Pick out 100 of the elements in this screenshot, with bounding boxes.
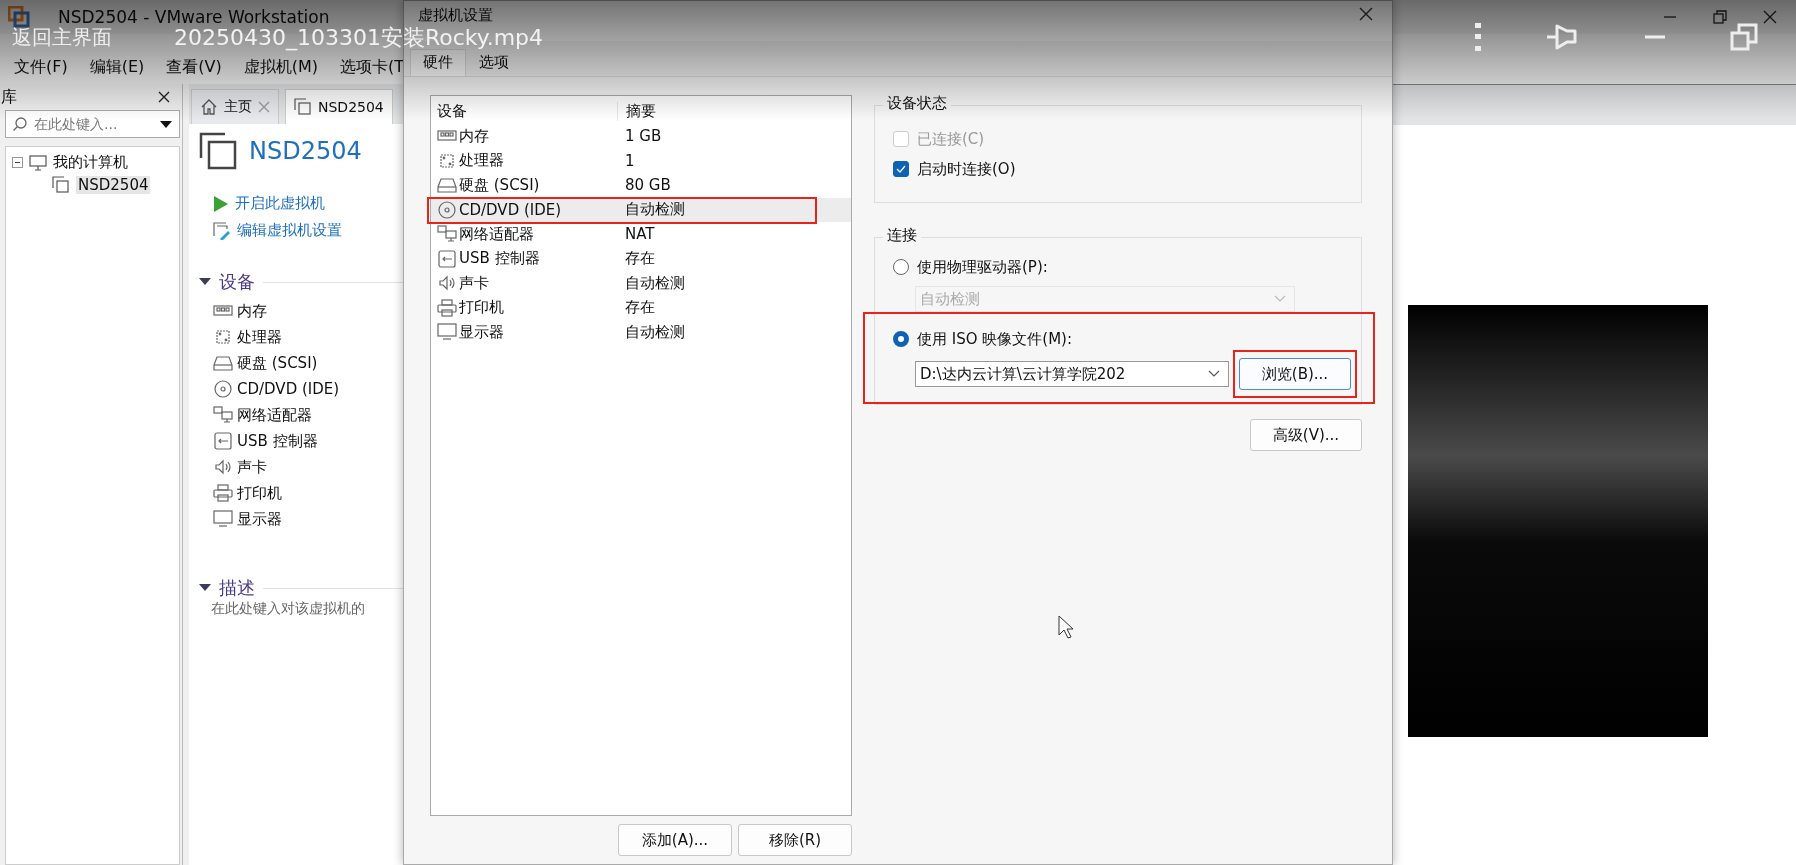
restore-icon[interactable] [1730,23,1758,51]
device-row[interactable]: USB 控制器 存在 [431,246,851,271]
menu-item[interactable]: 文件(F) [14,56,68,78]
device-item[interactable]: 声卡 [237,457,267,477]
close-icon[interactable] [1358,6,1374,22]
close-icon[interactable] [158,91,170,103]
printer-icon [437,298,457,317]
menu-item[interactable]: 查看(V) [166,56,222,78]
vm-icon [52,176,70,194]
sound-icon [437,274,457,293]
display-icon [437,323,457,342]
device-item[interactable]: USB 控制器 [237,431,318,451]
device-row[interactable]: 内存 1 GB [431,124,851,149]
restore-icon[interactable] [1712,9,1728,25]
browse-button[interactable]: 浏览(B)... [1239,358,1351,390]
radio-button[interactable] [893,331,909,347]
home-icon [200,98,218,116]
close-icon[interactable] [1762,9,1778,25]
check-icon [895,163,907,175]
checkbox[interactable] [893,161,909,177]
usb-icon [213,432,233,450]
device-row[interactable]: 网络适配器 NAT [431,222,851,247]
table-cell: CD/DVD (IDE) [459,200,562,219]
device-item[interactable]: 内存 [237,301,267,321]
table-cell-text: 1 GB [624,127,662,146]
usb-icon [437,249,457,268]
more-icon[interactable] [1474,22,1482,52]
advanced-button[interactable]: 高级(V)... [1250,419,1362,451]
app-logo-icon [8,6,30,28]
dialog-button[interactable]: 移除(R) [738,824,852,856]
computer-icon [29,154,47,171]
device-item[interactable]: 硬盘 (SCSI) [237,353,318,373]
display-icon [213,510,233,528]
edit-icon [213,221,231,240]
table-cell: 硬盘 (SCSI) [459,175,540,195]
menu-item[interactable]: 虚拟机(M) [243,56,318,78]
device-item[interactable]: 处理器 [237,327,282,347]
tree-item[interactable]: NSD2504 [76,176,151,194]
table-cell-text: 存在 [624,249,655,269]
table-cell: 声卡 [459,273,489,293]
device-row[interactable]: 显示器 自动检测 [431,320,851,345]
table-cell-text: 自动检测 [624,200,685,220]
section-title: 描述 [219,576,255,600]
chevron-icon [1208,370,1220,378]
radio-label[interactable]: 使用 ISO 映像文件(M): [917,329,1072,349]
cpu-icon [437,151,457,170]
sound-icon [213,458,233,476]
vm-name: NSD2504 [249,137,362,165]
tree-item[interactable]: 我的计算机 [53,153,128,172]
search-field[interactable]: 在此处键入... [5,110,180,138]
collapse-icon[interactable] [199,584,211,592]
dropdown-field[interactable]: D:\达内云计算\云计算学院202 [915,361,1229,387]
tab[interactable]: 硬件 [410,49,466,76]
vm-icon [294,98,312,116]
device-item[interactable]: 显示器 [237,509,282,529]
checkbox-label[interactable]: 启动时连接(O) [917,159,1016,179]
device-row[interactable]: 声卡 自动检测 [431,271,851,296]
device-item[interactable]: 打印机 [237,483,282,503]
device-row[interactable]: 硬盘 (SCSI) 80 GB [431,173,851,198]
action-link[interactable]: 编辑虚拟机设置 [237,221,342,240]
group-title: 设备状态 [883,94,951,113]
network-icon [213,406,233,424]
tab[interactable]: NSD2504 [285,89,393,124]
table-cell-text: 1 [624,151,635,170]
collapse-icon[interactable] [199,278,211,286]
window-title: NSD2504 - VMware Workstation [58,7,330,27]
cd-icon [213,380,233,398]
tab[interactable]: 选项 [466,49,522,76]
table-cell: 处理器 [459,151,504,171]
device-item[interactable]: 网络适配器 [237,405,312,425]
group-title: 连接 [883,226,921,245]
menu-item[interactable]: 选项卡(T [340,56,405,78]
radio-button[interactable] [893,259,909,275]
dialog-title: 虚拟机设置 [418,6,493,24]
column-header[interactable]: 设备 [431,101,618,121]
device-row[interactable]: 打印机 存在 [431,295,851,320]
chevron-icon [1274,295,1286,303]
search-input[interactable]: 在此处键入... [34,116,153,132]
dialog-button[interactable]: 添加(A)... [618,824,732,856]
table-cell: 打印机 [459,298,504,318]
search-icon [12,116,28,132]
menu-item[interactable]: 编辑(E) [89,56,145,78]
device-item[interactable]: CD/DVD (IDE) [237,380,340,398]
pin-icon[interactable] [1546,23,1580,51]
table-cell: USB 控制器 [459,249,540,269]
network-icon [437,225,457,244]
tab[interactable]: 主页 [191,89,279,124]
device-row[interactable]: 处理器 1 [431,148,851,173]
table-cell: 内存 [459,126,489,146]
minimize-icon[interactable] [1644,34,1666,40]
library-title: 库 [1,86,17,108]
table-cell-text: 自动检测 [624,322,685,342]
cpu-icon [213,328,233,346]
table-cell-text: 80 GB [624,176,671,195]
play-icon [213,194,229,213]
table-cell: 显示器 [459,322,504,342]
radio-label[interactable]: 使用物理驱动器(P): [917,257,1048,277]
column-header[interactable]: 摘要 [618,101,656,121]
collapse-toggle[interactable] [12,157,23,168]
action-link[interactable]: 开启此虚拟机 [235,194,325,213]
